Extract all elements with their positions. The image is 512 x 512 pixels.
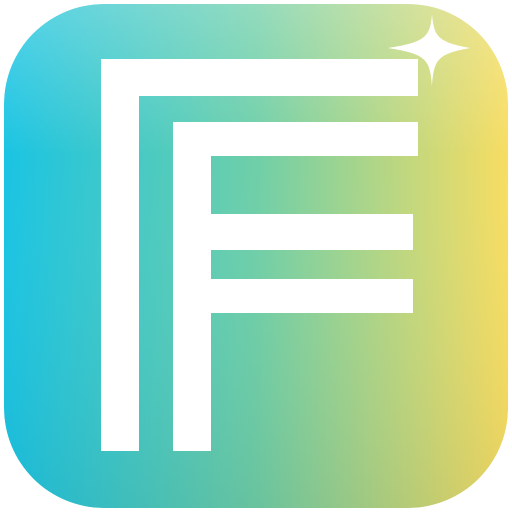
f-middle-bar	[173, 214, 413, 250]
f-lower-bar	[173, 279, 413, 313]
app-icon-graphic	[4, 4, 508, 508]
f-inner-top-bar	[173, 122, 418, 156]
app-launcher-icon[interactable]	[4, 4, 508, 508]
f-outer-top-bar	[101, 59, 418, 96]
f-outer-stem	[101, 59, 139, 451]
icon-canvas	[0, 0, 512, 512]
